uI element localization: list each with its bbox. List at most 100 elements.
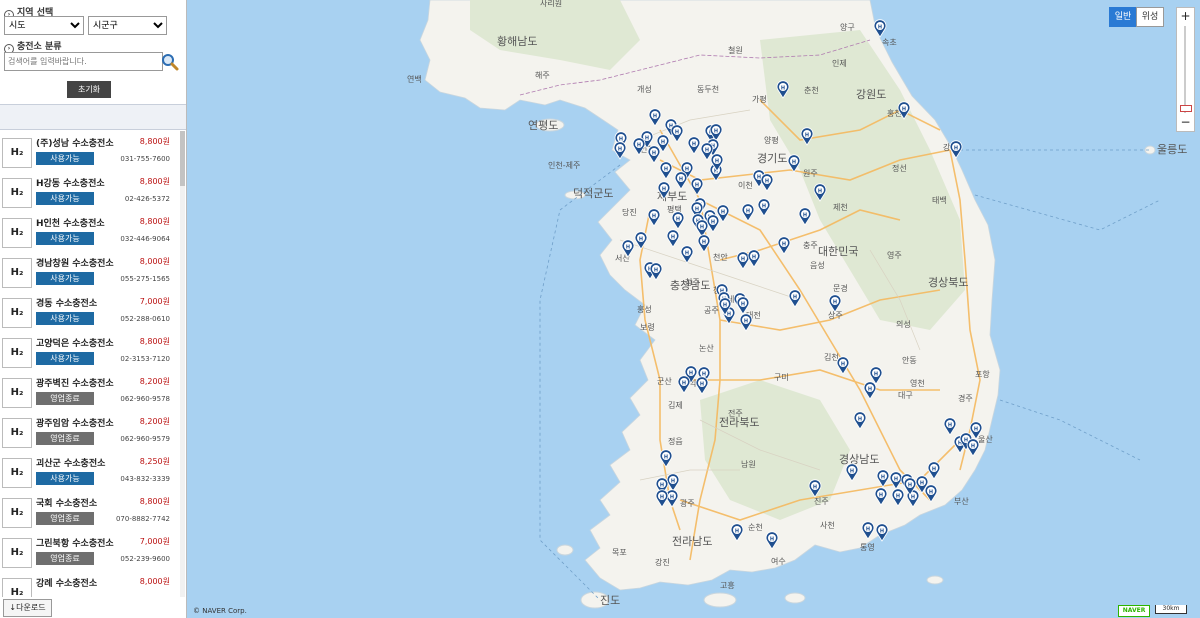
map-label: 구미: [774, 373, 789, 382]
zoom-in-button[interactable]: +: [1177, 8, 1194, 24]
zoom-slider-handle[interactable]: [1180, 105, 1192, 112]
svg-text:H: H: [850, 469, 854, 475]
station-row[interactable]: H₂ 괴산군 수소충전소 8,250원 사용가능 043-832-3339: [0, 451, 180, 492]
map-label: 영주: [887, 250, 902, 260]
svg-text:H: H: [948, 423, 952, 429]
svg-text:H: H: [752, 255, 756, 261]
svg-text:H: H: [792, 160, 796, 166]
map-label: 충청남도: [670, 279, 710, 292]
station-phone: 031-755-7600: [120, 155, 170, 163]
svg-text:H: H: [670, 495, 674, 501]
svg-text:H: H: [682, 381, 686, 387]
station-row[interactable]: H₂ 그린북항 수소충전소 7,000원 영업종료 052-239-9600: [0, 531, 180, 572]
station-name: 강례 수소충전소: [36, 579, 98, 589]
map-label: 정읍: [668, 436, 683, 446]
station-row[interactable]: H₂ 경동 수소충전소 7,000원 사용가능 052-288-0610: [0, 291, 180, 332]
map-type-satellite-button[interactable]: 위성: [1136, 7, 1164, 27]
svg-text:H: H: [660, 495, 664, 501]
svg-text:H: H: [662, 187, 666, 193]
svg-text:H: H: [878, 25, 882, 31]
svg-text:H: H: [741, 302, 745, 308]
zoom-out-button[interactable]: −: [1177, 114, 1194, 130]
station-row[interactable]: H₂ H강동 수소충전소 8,800원 사용가능 02-426-5372: [0, 171, 180, 212]
station-phone: 02-3153-7120: [120, 355, 170, 363]
svg-text:H: H: [858, 417, 862, 423]
filter-band: [0, 104, 186, 130]
svg-text:H: H: [705, 148, 709, 154]
station-price: 8,000원: [139, 257, 170, 266]
map-label: 대한민국: [818, 245, 858, 258]
island-se-1: [926, 575, 944, 585]
station-status-badge: 사용가능: [36, 472, 94, 485]
svg-text:H: H: [868, 387, 872, 393]
district-select[interactable]: 시군구: [88, 16, 167, 35]
station-price: 8,800원: [139, 337, 170, 346]
station-row[interactable]: H₂ 고양덕은 수소충전소 8,800원 사용가능 02-3153-7120: [0, 331, 180, 372]
hydrogen-icon: H₂: [2, 258, 32, 288]
svg-text:H: H: [671, 235, 675, 241]
station-row[interactable]: H₂ 광주임암 수소충전소 8,200원 영업종료 062-960-9579: [0, 411, 180, 452]
svg-text:H: H: [714, 129, 718, 135]
station-price: 8,250원: [139, 457, 170, 466]
hydrogen-icon: H₂: [2, 538, 32, 568]
hydrogen-icon: H₂: [2, 218, 32, 248]
station-phone: 070-8882-7742: [115, 515, 170, 523]
map-label: 안동: [902, 355, 917, 365]
scrollbar-thumb[interactable]: [180, 131, 185, 186]
province-select[interactable]: 시도: [4, 16, 84, 35]
map-label: 전라남도: [672, 535, 712, 548]
zoom-slider-track[interactable]: [1184, 26, 1186, 113]
search-input[interactable]: [4, 52, 163, 71]
map-label: 인제: [832, 58, 847, 68]
station-row[interactable]: H₂ 광주벽진 수소충전소 8,200원 영업종료 062-960-9578: [0, 371, 180, 412]
map-scale: 30km: [1155, 605, 1187, 614]
svg-text:H: H: [695, 207, 699, 213]
station-name: 괴산군 수소충전소: [36, 459, 106, 469]
station-row[interactable]: H₂ 국회 수소충전소 8,800원 영업종료 070-8882-7742: [0, 491, 180, 532]
map-label: 문경: [833, 283, 848, 293]
svg-text:H: H: [744, 319, 748, 325]
station-price: 8,000원: [139, 577, 170, 586]
map-type-normal-button[interactable]: 일반: [1109, 7, 1137, 27]
station-row[interactable]: H₂ 경남창원 수소충전소 8,000원 사용가능 055-275-1565: [0, 251, 180, 292]
map-label: 목포: [612, 548, 627, 557]
svg-text:H: H: [757, 175, 761, 181]
station-row[interactable]: H₂ (주)성남 수소충전소 8,800원 사용가능 031-755-7600: [0, 131, 180, 172]
svg-text:H: H: [645, 136, 649, 142]
map-label: 해주: [535, 70, 550, 80]
map-label: 음성: [810, 261, 825, 270]
station-row[interactable]: H₂ H인천 수소충전소 8,800원 사용가능 032-446-9064: [0, 211, 180, 252]
station-name: 그린북항 수소충전소: [36, 539, 114, 549]
station-price: 8,800원: [139, 137, 170, 146]
map-label: 천안: [713, 252, 728, 262]
svg-text:H: H: [702, 240, 706, 246]
map-label: 제천: [833, 202, 848, 212]
station-row[interactable]: H₂ 강례 수소충전소 8,000원: [0, 571, 180, 597]
naver-logo[interactable]: NAVER: [1118, 605, 1150, 617]
station-status-badge: 영업종료: [36, 512, 94, 525]
svg-text:H: H: [841, 362, 845, 368]
station-list-scrollbar[interactable]: [180, 131, 185, 597]
map-label: 경주: [958, 393, 973, 403]
map-view[interactable]: 사리원황해남도해주개성동두천철원인제양구가평춘천속초강원도연백홍천연평도강릉인천…: [187, 0, 1200, 618]
svg-text:H: H: [911, 495, 915, 501]
svg-text:H: H: [793, 295, 797, 301]
hydrogen-icon: H₂: [2, 338, 32, 368]
map-label: 홍성: [637, 304, 652, 314]
download-button[interactable]: ↓다운로드: [3, 599, 52, 617]
map-label: 울릉도: [1157, 143, 1187, 156]
search-icon[interactable]: [160, 52, 180, 72]
hydrogen-icon: H₂: [2, 418, 32, 448]
reset-button[interactable]: 초기화: [67, 81, 111, 98]
svg-text:H: H: [639, 237, 643, 243]
station-status-badge: 사용가능: [36, 152, 94, 165]
sidebar: ›지역 선택 시도 시군구 ›충전소 분류 초기화 H₂(주)성남 수소충전소8…: [0, 0, 187, 618]
map-label: 강진: [655, 557, 670, 567]
map-label: 여수: [771, 556, 786, 566]
hydrogen-icon: H₂: [2, 178, 32, 208]
svg-text:H: H: [715, 159, 719, 165]
svg-text:H: H: [723, 303, 727, 309]
station-price: 8,800원: [139, 217, 170, 226]
map-label: 김천: [824, 352, 839, 362]
station-name: (주)성남 수소충전소: [36, 139, 114, 149]
